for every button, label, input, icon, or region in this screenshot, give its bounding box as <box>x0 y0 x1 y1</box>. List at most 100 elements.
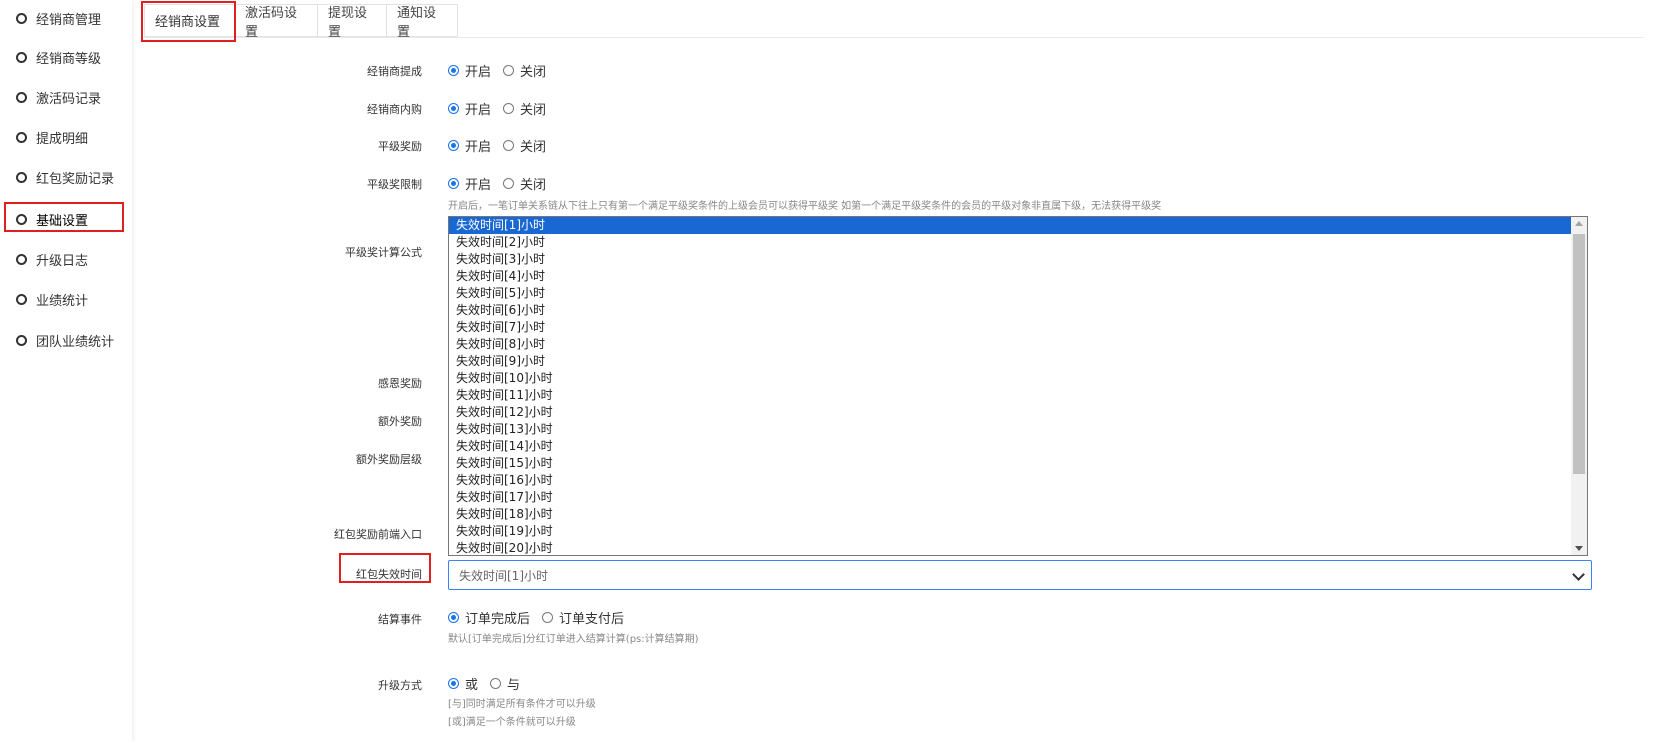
upgrade-mode-radio-group: 或 与 <box>448 674 520 693</box>
sidebar-item-label: 红包奖励记录 <box>36 171 115 187</box>
inner-purchase-on-radio[interactable] <box>448 103 459 114</box>
expire-time-select-value: 失效时间[1]小时 <box>459 568 548 583</box>
tab-notify-settings[interactable]: 通知设置 <box>386 4 458 40</box>
dropdown-option[interactable]: 失效时间[2]小时 <box>449 234 1572 251</box>
sidebar-item-team-performance-stats[interactable]: 团队业绩统计 <box>0 323 132 357</box>
extra-reward-level-label: 额外奖励层级 <box>356 453 422 466</box>
settlement-radio-group: 订单完成后 订单支付后 <box>448 608 624 627</box>
upgrade-mode-and-label: 与 <box>507 678 521 693</box>
settlement-paid-radio[interactable] <box>542 612 554 623</box>
circle-icon <box>16 12 27 24</box>
circle-icon <box>16 334 27 346</box>
sidebar-item-distributor-management[interactable]: 经销商管理 <box>0 1 132 35</box>
peer-reward-label: 平级奖励 <box>378 140 422 153</box>
sidebar-item-label: 团队业绩统计 <box>36 334 115 350</box>
sidebar-item-activation-records[interactable]: 激活码记录 <box>0 80 132 114</box>
commission-on-radio[interactable] <box>448 65 459 76</box>
dropdown-scrollbar[interactable] <box>1571 217 1587 555</box>
dropdown-option[interactable]: 失效时间[14]小时 <box>449 438 1572 455</box>
sidebar-item-basic-settings[interactable]: 基础设置 <box>0 202 132 236</box>
settlement-hint: 默认[订单完成后]分红订单进入结算计算(ps:计算结算期) <box>448 634 699 645</box>
dropdown-option[interactable]: 失效时间[12]小时 <box>449 404 1572 421</box>
sidebar: 经销商管理 经销商等级 激活码记录 提成明细 红包奖励记录 基础设置 升级日志 … <box>0 0 132 742</box>
sidebar-item-commission-details[interactable]: 提成明细 <box>0 120 132 154</box>
upgrade-mode-and-radio[interactable] <box>490 678 502 689</box>
commission-off-label: 关闭 <box>520 65 547 80</box>
scroll-down-arrow-icon[interactable] <box>1575 546 1583 551</box>
sidebar-item-label: 经销商管理 <box>36 12 102 28</box>
chevron-down-icon <box>1572 568 1585 581</box>
inner-purchase-off-label: 关闭 <box>520 103 547 118</box>
peer-reward-off-radio[interactable] <box>503 140 515 151</box>
expire-time-dropdown-list[interactable]: 失效时间[1]小时 失效时间[2]小时 失效时间[3]小时 失效时间[4]小时 失效时间… <box>448 216 1588 556</box>
extra-reward-label: 额外奖励 <box>378 415 422 428</box>
tab-activation-settings[interactable]: 激活码设置 <box>234 4 318 40</box>
scroll-up-arrow-icon[interactable] <box>1575 221 1583 226</box>
sidebar-item-label: 业绩统计 <box>36 293 89 309</box>
settlement-label: 结算事件 <box>378 613 422 626</box>
dropdown-option[interactable]: 失效时间[20]小时 <box>449 540 1572 555</box>
circle-icon <box>16 253 27 265</box>
circle-icon <box>16 131 27 143</box>
redpacket-expire-label: 红包失效时间 <box>356 568 422 581</box>
dropdown-option[interactable]: 失效时间[7]小时 <box>449 319 1572 336</box>
settlement-complete-label: 订单完成后 <box>465 612 531 627</box>
commission-on-label: 开启 <box>465 65 492 80</box>
gratitude-reward-label: 感恩奖励 <box>378 377 422 390</box>
circle-icon <box>16 171 27 183</box>
circle-icon <box>16 213 27 225</box>
redpacket-entry-label: 红包奖励前端入口 <box>334 528 422 541</box>
sidebar-item-performance-stats[interactable]: 业绩统计 <box>0 282 132 316</box>
commission-label: 经销商提成 <box>367 65 422 78</box>
dropdown-options: 失效时间[1]小时 失效时间[2]小时 失效时间[3]小时 失效时间[4]小时 失效时间… <box>449 217 1572 555</box>
dropdown-option[interactable]: 失效时间[10]小时 <box>449 370 1572 387</box>
dropdown-option[interactable]: 失效时间[5]小时 <box>449 285 1572 302</box>
sidebar-item-label: 激活码记录 <box>36 91 102 107</box>
inner-purchase-off-radio[interactable] <box>503 103 515 114</box>
inner-purchase-radio-group: 开启 关闭 <box>448 99 546 118</box>
peer-reward-radio-group: 开启 关闭 <box>448 136 546 155</box>
dropdown-option[interactable]: 失效时间[1]小时 <box>449 217 1572 234</box>
sidebar-item-distributor-level[interactable]: 经销商等级 <box>0 40 132 74</box>
sidebar-item-label: 提成明细 <box>36 131 89 147</box>
settlement-paid-label: 订单支付后 <box>559 612 625 627</box>
peer-reward-on-radio[interactable] <box>448 140 459 151</box>
upgrade-mode-label: 升级方式 <box>378 679 422 692</box>
tab-distributor-settings[interactable]: 经销商设置 <box>144 4 235 37</box>
scroll-thumb[interactable] <box>1573 234 1585 474</box>
dropdown-option[interactable]: 失效时间[3]小时 <box>449 251 1572 268</box>
dropdown-option[interactable]: 失效时间[19]小时 <box>449 523 1572 540</box>
upgrade-mode-or-radio[interactable] <box>448 678 459 689</box>
peer-limit-radio-group: 开启 关闭 <box>448 174 546 193</box>
peer-limit-on-radio[interactable] <box>448 178 459 189</box>
sidebar-item-label: 经销商等级 <box>36 51 102 67</box>
dropdown-option[interactable]: 失效时间[11]小时 <box>449 387 1572 404</box>
upgrade-mode-or-label: 或 <box>465 678 479 693</box>
expire-time-select[interactable]: 失效时间[1]小时 <box>448 560 1592 590</box>
dropdown-option[interactable]: 失效时间[17]小时 <box>449 489 1572 506</box>
circle-icon <box>16 91 27 103</box>
dropdown-option[interactable]: 失效时间[16]小时 <box>449 472 1572 489</box>
peer-limit-off-radio[interactable] <box>503 178 515 189</box>
tab-withdraw-settings[interactable]: 提现设置 <box>317 4 387 40</box>
dropdown-option[interactable]: 失效时间[6]小时 <box>449 302 1572 319</box>
dropdown-option[interactable]: 失效时间[15]小时 <box>449 455 1572 472</box>
dropdown-option[interactable]: 失效时间[18]小时 <box>449 506 1572 523</box>
dropdown-option[interactable]: 失效时间[8]小时 <box>449 336 1572 353</box>
dropdown-option[interactable]: 失效时间[4]小时 <box>449 268 1572 285</box>
sidebar-item-label: 升级日志 <box>36 253 89 269</box>
inner-purchase-on-label: 开启 <box>465 103 492 118</box>
upgrade-mode-hint-and: [与]同时满足所有条件才可以升级 <box>448 699 596 710</box>
dropdown-option[interactable]: 失效时间[9]小时 <box>449 353 1572 370</box>
sidebar-item-label: 基础设置 <box>36 213 89 229</box>
peer-reward-off-label: 关闭 <box>520 140 547 155</box>
tab-divider <box>144 37 1644 38</box>
peer-limit-label: 平级奖限制 <box>367 178 422 191</box>
peer-limit-on-label: 开启 <box>465 178 492 193</box>
circle-icon <box>16 51 27 63</box>
sidebar-item-redpacket-records[interactable]: 红包奖励记录 <box>0 160 132 194</box>
dropdown-option[interactable]: 失效时间[13]小时 <box>449 421 1572 438</box>
commission-off-radio[interactable] <box>503 65 515 76</box>
settlement-complete-radio[interactable] <box>448 612 459 623</box>
sidebar-item-upgrade-log[interactable]: 升级日志 <box>0 242 132 276</box>
